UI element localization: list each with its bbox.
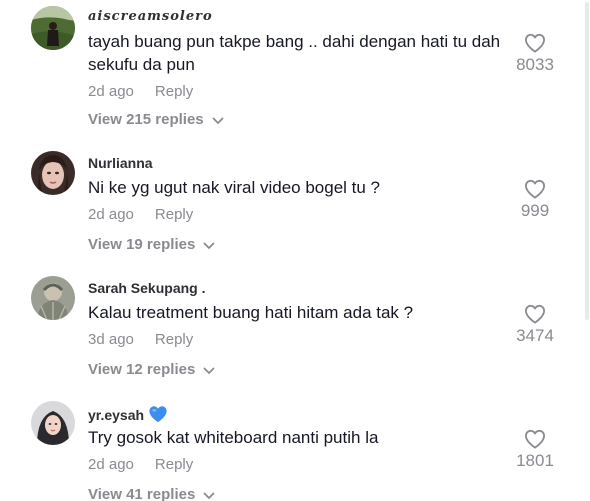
comment-username[interactable]: Nurlianna — [88, 155, 153, 171]
reply-button[interactable]: Reply — [155, 83, 193, 100]
comment-item: Nurlianna Ni ke yg ugut nak viral video … — [0, 125, 580, 253]
comment-meta: 3d ago Reply — [88, 331, 193, 348]
comment-text: tayah buang pun takpe bang .. dahi denga… — [88, 32, 501, 74]
like-button[interactable]: 1801 — [505, 429, 565, 471]
comment-timestamp: 2d ago — [88, 83, 134, 100]
comment-meta: 2d ago Reply — [88, 83, 193, 100]
comment-text: Try gosok kat whiteboard nanti putih la — [88, 428, 379, 447]
like-count: 999 — [520, 201, 550, 220]
heart-outline-icon — [525, 429, 545, 449]
reply-button[interactable]: Reply — [155, 456, 193, 473]
comment-username[interactable]: Sarah Sekupang . — [88, 280, 205, 296]
comment-username[interactable]: aiscreamsolero — [88, 9, 213, 24]
reply-button[interactable]: Reply — [155, 331, 193, 348]
comment-meta: 2d ago Reply — [88, 456, 193, 473]
view-replies-button[interactable]: View 41 replies — [88, 486, 215, 501]
avatar[interactable] — [31, 276, 75, 320]
comment-timestamp: 2d ago — [88, 456, 134, 473]
comment-text: Kalau treatment buang hati hitam ada tak… — [88, 303, 414, 322]
like-count: 1801 — [516, 451, 554, 470]
view-replies-label: View 41 replies — [88, 486, 196, 501]
blue-heart-emoji-icon — [148, 405, 168, 426]
comment-timestamp: 2d ago — [88, 206, 134, 223]
heart-outline-icon — [525, 33, 545, 53]
comment-username[interactable]: yr.eysah — [88, 405, 168, 426]
comment-item: yr.eysah Try gosok kat whiteboard nanti … — [0, 375, 580, 501]
like-button[interactable]: 8033 — [505, 33, 565, 75]
heart-outline-icon — [525, 304, 545, 324]
avatar[interactable] — [31, 401, 75, 445]
comment-timestamp: 3d ago — [88, 331, 134, 348]
comment-username-text: yr.eysah — [88, 407, 145, 423]
avatar[interactable] — [31, 6, 75, 50]
heart-outline-icon — [525, 179, 545, 199]
comment-meta: 2d ago Reply — [88, 206, 193, 223]
comment-item: aiscreamsolero tayah buang pun takpe ban… — [0, 0, 580, 128]
chevron-down-icon — [203, 487, 215, 501]
like-button[interactable]: 999 — [505, 179, 565, 221]
comment-text: Ni ke yg ugut nak viral video bogel tu ? — [88, 178, 381, 197]
reply-button[interactable]: Reply — [155, 206, 193, 223]
comment-item: Sarah Sekupang . Kalau treatment buang h… — [0, 250, 580, 378]
avatar[interactable] — [31, 151, 75, 195]
like-count: 8033 — [516, 55, 554, 74]
scrollbar-thumb[interactable] — [585, 2, 589, 320]
scrollbar-track[interactable] — [582, 0, 590, 501]
like-button[interactable]: 3474 — [505, 304, 565, 346]
like-count: 3474 — [516, 326, 554, 345]
